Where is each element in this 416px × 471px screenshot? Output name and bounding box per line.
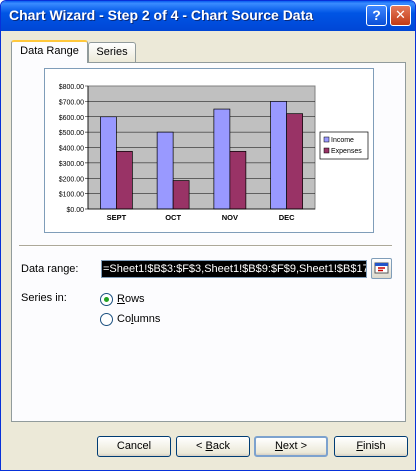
column-chart: $0.00 $100.00 $200.00 $300.00 $400.00 $500.00…	[59, 84, 369, 222]
next-label-text: ext >	[282, 440, 308, 452]
bar-expenses-dec	[286, 113, 303, 210]
back-button[interactable]: < Back	[176, 436, 250, 457]
columns-radio-label[interactable]: Columns	[117, 313, 160, 325]
title-bar[interactable]: Chart Wizard - Step 2 of 4 - Chart Sourc…	[1, 1, 415, 31]
legend-swatch-expenses	[323, 147, 330, 154]
rows-accelerator: R	[117, 293, 125, 305]
data-range-label: Data range:	[21, 263, 79, 275]
chart-wizard-dialog: Chart Wizard - Step 2 of 4 - Chart Sourc…	[0, 0, 416, 471]
y-tick-label: $800.00	[59, 84, 84, 91]
bar-income-dec	[270, 101, 287, 210]
bar-income-sept	[100, 116, 117, 210]
bar-expenses-oct	[172, 180, 190, 210]
y-tick-label: $700.00	[59, 99, 84, 106]
back-label-text: ack	[212, 440, 230, 452]
y-tick-label: $500.00	[59, 130, 84, 137]
back-accelerator: B	[205, 440, 213, 452]
data-range-input[interactable]: =Sheet1!$B$3:$F$3,Sheet1!$B$9:$F$9,Sheet…	[101, 260, 367, 278]
legend-label-income: Income	[331, 137, 354, 144]
series-in-label: Series in:	[21, 292, 67, 304]
bar-expenses-sept	[116, 150, 133, 210]
help-icon: ?	[372, 7, 381, 23]
columns-label-start: Co	[117, 313, 132, 325]
finish-button[interactable]: Finish	[334, 436, 408, 457]
x-tick-label: OCT	[165, 213, 181, 222]
legend-label-expenses: Expenses	[331, 148, 362, 155]
close-button[interactable]: ✕	[390, 5, 411, 26]
y-tick-label: $400.00	[59, 146, 84, 153]
next-button[interactable]: Next >	[254, 436, 328, 457]
separator	[19, 245, 392, 247]
bar-expenses-nov	[229, 150, 247, 210]
columns-radio[interactable]	[100, 313, 113, 326]
next-accelerator: N	[274, 440, 283, 452]
x-tick-label: SEPT	[107, 213, 127, 222]
finish-label-text: inish	[363, 440, 386, 452]
collapse-dialog-button[interactable]	[371, 258, 392, 279]
data-range-value[interactable]: =Sheet1!$B$3:$F$3,Sheet1!$B$9:$F$9,Sheet…	[102, 261, 366, 277]
window-title: Chart Wizard - Step 2 of 4 - Chart Sourc…	[9, 7, 314, 23]
radio-selected-dot	[104, 297, 109, 302]
x-tick-label: DEC	[279, 213, 295, 222]
y-tick-label: $200.00	[59, 176, 84, 183]
columns-label-end: umns	[133, 313, 161, 325]
bar-income-oct	[156, 131, 174, 210]
bar-income-nov	[213, 108, 231, 210]
y-tick-label: $100.00	[59, 192, 84, 199]
close-icon: ✕	[395, 8, 406, 23]
x-tick-label: NOV	[222, 213, 238, 222]
rows-label-text: ows	[124, 293, 145, 305]
rows-radio[interactable]	[100, 293, 113, 306]
help-button[interactable]: ?	[366, 5, 387, 26]
y-tick-label: $0.00	[66, 207, 84, 214]
back-arrow: <	[196, 440, 206, 452]
cancel-button[interactable]: Cancel	[97, 436, 171, 457]
y-tick-label: $600.00	[59, 115, 84, 122]
rows-radio-label[interactable]: Rows	[117, 293, 145, 305]
chart-preview: $0.00 $100.00 $200.00 $300.00 $400.00 $500.00…	[44, 68, 374, 233]
tab-data-range[interactable]: Data Range	[11, 40, 88, 63]
collapse-dialog-icon	[374, 262, 389, 274]
tab-series[interactable]: Series	[88, 42, 136, 62]
y-tick-label: $300.00	[59, 161, 84, 168]
legend-swatch-income	[323, 136, 330, 143]
